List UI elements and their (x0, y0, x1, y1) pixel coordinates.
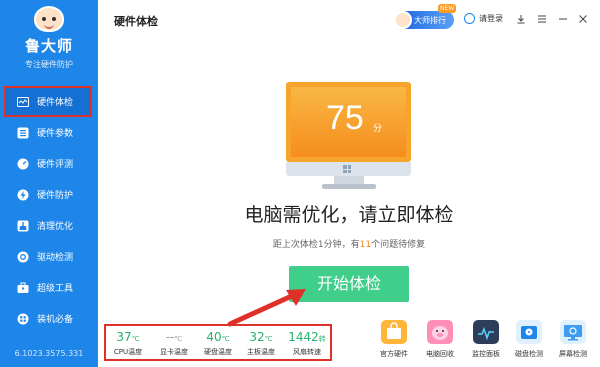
rank-button[interactable]: 大师排行 (394, 11, 454, 29)
sidebar: 鲁大师 专注硬件防护 硬件体检 硬件参数 硬件评测 硬件防护 清理优化 驱动检测… (0, 0, 98, 367)
sensor-number: 40 (206, 330, 222, 344)
sidebar-item-driver-detect[interactable]: 驱动检测 (0, 241, 98, 272)
broom-icon (17, 220, 29, 232)
sensor-value: 1442转 (284, 330, 330, 344)
store-icon (381, 320, 407, 344)
page-title: 硬件体检 (114, 15, 158, 28)
issue-count: 11 (359, 240, 372, 250)
logo: 鲁大师 专注硬件防护 (0, 0, 98, 82)
mascot-icon (34, 6, 64, 32)
minimize-icon[interactable] (556, 12, 570, 26)
tool-screen-check[interactable]: 屏幕检测 (550, 320, 596, 359)
tool-label: 官方硬件 (380, 350, 408, 358)
tool-label: 电脑回收 (426, 350, 454, 358)
tool-label: 磁盘检测 (515, 350, 543, 358)
gauge-icon (17, 158, 29, 170)
sidebar-item-hardware-protection[interactable]: 硬件防护 (0, 179, 98, 210)
sensor-label: CPU温度 (113, 348, 143, 356)
sidebar-item-label: 超级工具 (37, 284, 74, 294)
sidebar-item-label: 硬件评测 (37, 160, 74, 170)
sensor-number: 37 (116, 330, 132, 344)
sensor-value: 32℃ (241, 330, 281, 344)
sidebar-item-label: 硬件防护 (37, 191, 74, 201)
sensor-value: 37℃ (108, 330, 148, 344)
sensor-cpu-temp: 37℃ CPU温度 (108, 330, 148, 357)
sidebar-item-hardware-params[interactable]: 硬件参数 (0, 117, 98, 148)
rank-label: 大师排行 (414, 15, 446, 25)
sensor-label: 硬盘温度 (204, 348, 232, 356)
disk-icon (516, 320, 542, 344)
menu-icon[interactable] (535, 12, 549, 26)
login-button[interactable]: 请登录 (464, 13, 503, 24)
tool-disk-check[interactable]: 磁盘检测 (506, 320, 552, 359)
toolbox-icon (17, 282, 29, 294)
sensor-value: 40℃ (198, 330, 238, 344)
sensor-unit: 转 (318, 335, 326, 343)
pig-icon (427, 320, 453, 344)
sensor-label: 风扇转速 (293, 348, 321, 356)
sensor-gpu-temp: --℃ 显卡温度 (154, 330, 194, 357)
sidebar-item-hardware-checkup[interactable]: 硬件体检 (4, 86, 92, 117)
score-monitor: 75 分 (286, 82, 411, 162)
apps-icon (17, 313, 29, 325)
sensor-unit: ℃ (221, 335, 230, 343)
sidebar-item-hardware-benchmark[interactable]: 硬件评测 (0, 148, 98, 179)
sidebar-item-cleanup[interactable]: 清理优化 (0, 210, 98, 241)
health-score: 75 (326, 99, 364, 137)
sensor-unit: ℃ (174, 335, 183, 343)
sidebar-item-essentials[interactable]: 装机必备 (0, 303, 98, 334)
close-icon[interactable] (576, 12, 590, 26)
brand-name: 鲁大师 (24, 37, 73, 55)
brand-slogan: 专注硬件防护 (25, 60, 73, 69)
status-subline: 距上次体检1分钟，有11个问题待修复 (98, 237, 600, 250)
top-bar: 硬件体检 大师排行 NEW 请登录 (98, 0, 600, 38)
score-unit: 分 (373, 124, 383, 134)
monitor-bezel (286, 162, 411, 176)
gear-icon (17, 251, 29, 263)
monitor-base (322, 184, 376, 189)
sensor-disk-temp: 40℃ 硬盘温度 (198, 330, 238, 357)
sensor-label: 显卡温度 (160, 348, 188, 356)
sidebar-item-label: 硬件参数 (37, 129, 74, 139)
bolt-shield-icon (17, 189, 29, 201)
user-icon (464, 13, 475, 24)
download-icon[interactable] (514, 12, 528, 26)
sidebar-item-label: 驱动检测 (37, 253, 74, 263)
sidebar-item-label: 装机必备 (37, 315, 74, 325)
login-label: 请登录 (479, 14, 503, 23)
tool-monitor-panel[interactable]: 监控面板 (463, 320, 509, 359)
sidebar-item-label: 清理优化 (37, 222, 74, 232)
sensor-panel: 37℃ CPU温度 --℃ 显卡温度 40℃ 硬盘温度 32℃ 主板温度 144… (104, 324, 332, 361)
monitor-panel-icon (473, 320, 499, 344)
windows-logo-icon (343, 165, 351, 173)
status-headline: 电脑需优化，请立即体检 (244, 204, 454, 226)
tool-label: 屏幕检测 (559, 350, 587, 358)
sidebar-nav: 硬件体检 硬件参数 硬件评测 硬件防护 清理优化 驱动检测 超级工具 装机必备 (0, 86, 98, 334)
tool-label: 监控面板 (472, 350, 500, 358)
subline-suffix: 个问题待修复 (371, 240, 426, 250)
tool-official-hardware[interactable]: 官方硬件 (371, 320, 417, 359)
new-badge: NEW (438, 4, 457, 13)
sensor-board-temp: 32℃ 主板温度 (241, 330, 281, 357)
sidebar-item-label: 硬件体检 (37, 98, 74, 108)
sensor-unit: ℃ (131, 335, 140, 343)
monitor-screen: 75 分 (291, 87, 406, 157)
sensor-fan-speed: 1442转 风扇转速 (284, 330, 330, 357)
monitor-stand (334, 176, 364, 184)
list-icon (17, 127, 29, 139)
avatar (394, 11, 412, 29)
sensor-number: 32 (249, 330, 265, 344)
sensor-number: 1442 (288, 330, 319, 344)
tool-pc-recycle[interactable]: 电脑回收 (417, 320, 463, 359)
sidebar-item-super-tools[interactable]: 超级工具 (0, 272, 98, 303)
subline-prefix: 距上次体检1分钟，有 (272, 240, 360, 250)
sensor-label: 主板温度 (247, 348, 275, 356)
sensor-value: --℃ (154, 330, 194, 344)
annotation-arrow (227, 289, 306, 327)
version-label: 6.1023.3575.331 (14, 349, 84, 358)
screen-icon (560, 320, 586, 344)
pulse-icon (17, 96, 29, 108)
sensor-unit: ℃ (264, 335, 273, 343)
